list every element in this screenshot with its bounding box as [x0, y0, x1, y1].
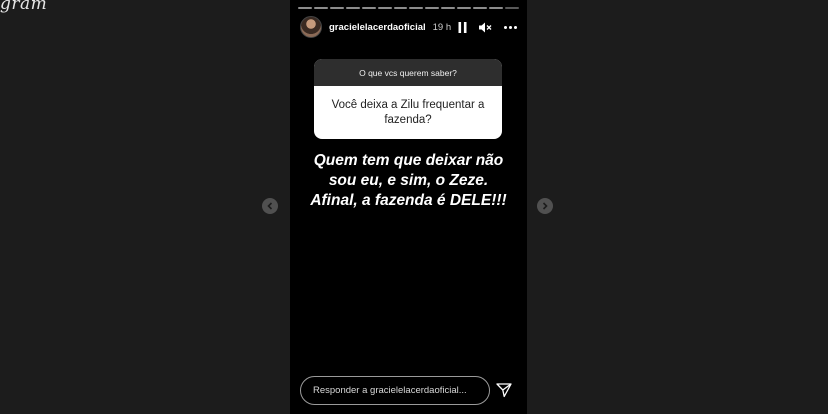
instagram-logo-text: gram [0, 0, 48, 14]
mute-button[interactable] [479, 22, 492, 33]
chevron-right-icon [542, 202, 548, 210]
progress-segment [489, 7, 503, 9]
progress-segment [361, 7, 376, 9]
more-options-icon [504, 25, 517, 29]
avatar[interactable] [300, 16, 322, 38]
username-link[interactable]: gracielelacerdaoficial [329, 22, 426, 33]
next-story-button[interactable] [537, 198, 553, 214]
post-time: 19 h [432, 21, 452, 33]
progress-segment [425, 7, 440, 9]
pause-icon [458, 21, 467, 33]
question-sticker: O que vcs querem saber? Você deixa a Zil… [314, 59, 502, 139]
progress-segment [473, 7, 488, 9]
pause-button[interactable] [458, 21, 467, 33]
story-progress-bar [298, 7, 519, 9]
story-caption: Quem tem que deixar não sou eu, e sim, o… [310, 152, 507, 209]
story-controls [458, 21, 517, 33]
progress-segment [313, 7, 328, 9]
send-button[interactable] [496, 382, 512, 398]
question-sticker-text: Você deixa a Zilu frequentar a fazenda? [331, 98, 485, 126]
reply-input[interactable]: Responder a gracielelacerdaoficial... [300, 376, 490, 405]
story-header: gracielelacerdaoficial 19 h [300, 16, 517, 38]
progress-segment [377, 7, 392, 9]
progress-segment [409, 7, 424, 9]
progress-segment [457, 7, 472, 9]
more-options-button[interactable] [504, 25, 517, 29]
question-sticker-title: O que vcs querem saber? [314, 59, 502, 86]
progress-segment [329, 7, 344, 9]
progress-segment-current [504, 7, 519, 9]
progress-segment [345, 7, 360, 9]
progress-segment [441, 7, 456, 9]
previous-story-button[interactable] [262, 198, 278, 214]
chevron-left-icon [267, 202, 273, 210]
progress-segment [298, 7, 312, 9]
progress-segment [393, 7, 408, 9]
paper-plane-icon [496, 383, 512, 398]
story-viewer[interactable]: gracielelacerdaoficial 19 h O que vcs qu… [290, 0, 527, 414]
speaker-muted-icon [479, 22, 492, 32]
